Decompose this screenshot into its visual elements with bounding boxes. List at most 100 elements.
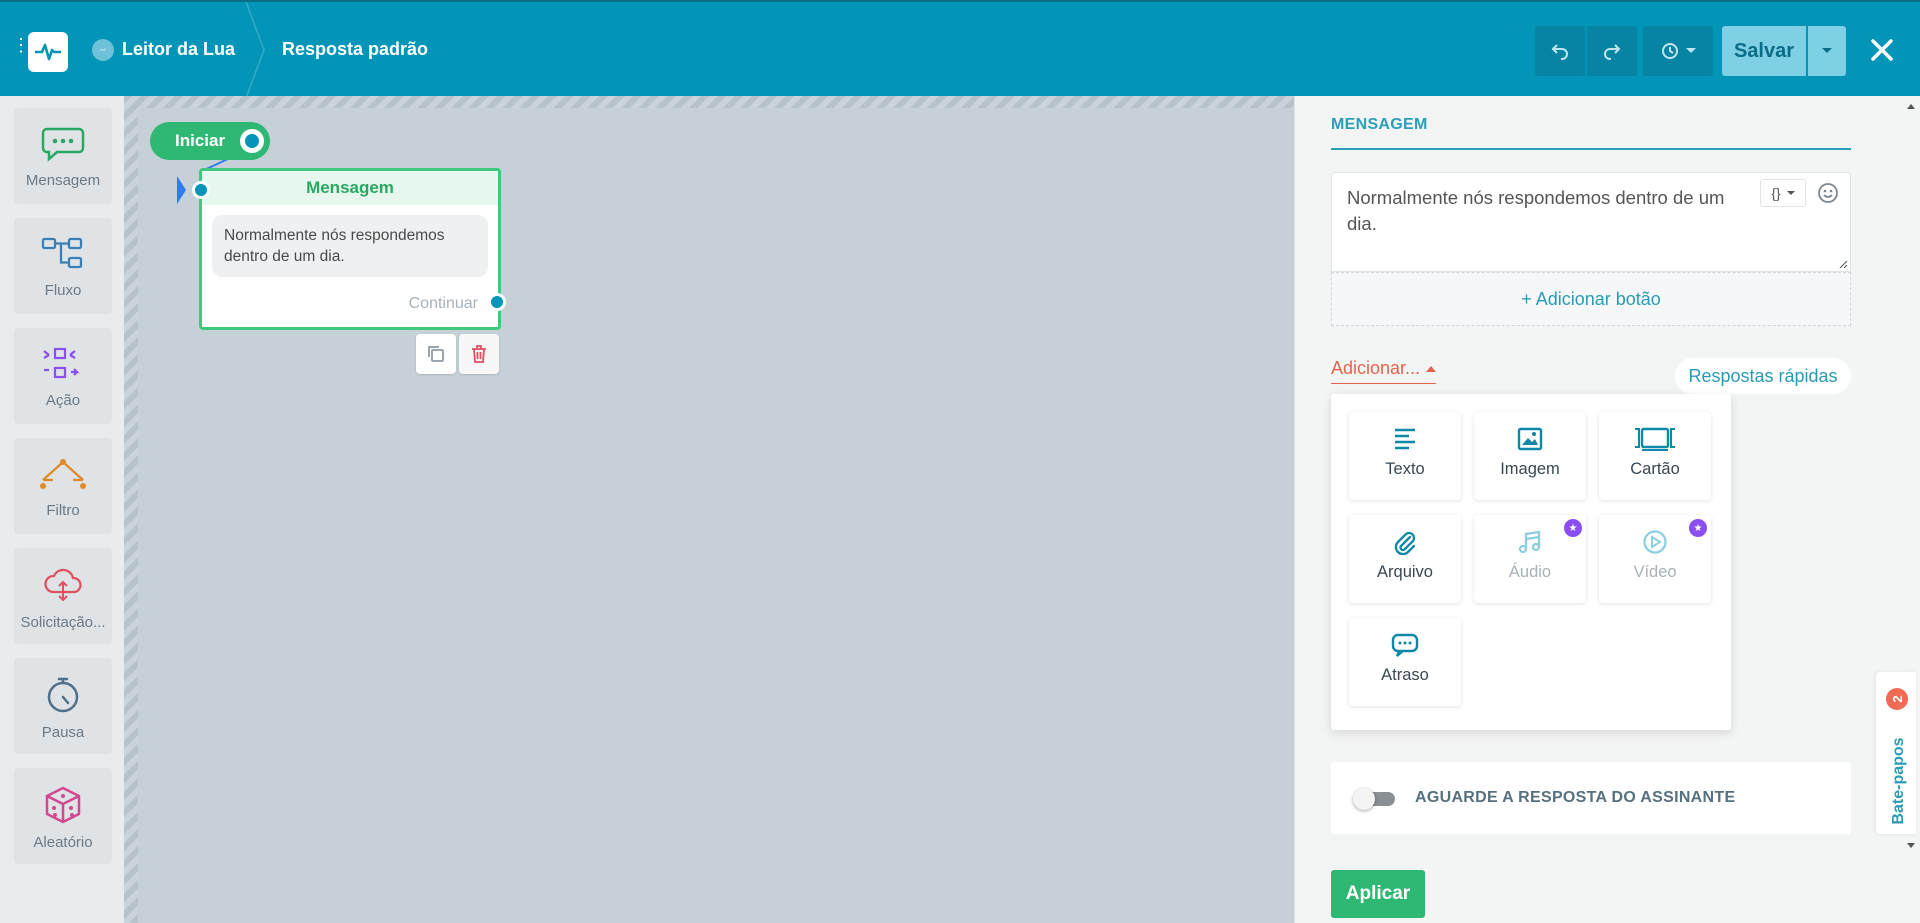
node-output-connector[interactable] [488, 293, 506, 311]
undo-icon [1551, 44, 1568, 60]
messenger-icon [92, 39, 114, 61]
pro-star-icon: ★ [1689, 519, 1707, 537]
palette-item-action[interactable]: Ação [14, 328, 112, 424]
wait-reply-setting: AGUARDE A RESPOSTA DO ASSINANTE [1331, 762, 1851, 834]
emoji-icon[interactable] [1816, 181, 1840, 205]
palette-item-message[interactable]: Mensagem [14, 108, 112, 204]
palette-item-flow[interactable]: Fluxo [14, 218, 112, 314]
add-card-option[interactable]: Cartão [1599, 412, 1711, 500]
palette-label: Solicitação... [20, 614, 106, 631]
message-node-text: Normalmente nós respondemos dentro de um… [212, 215, 488, 277]
add-audio-option[interactable]: Áudio ★ [1474, 515, 1586, 603]
dice-icon [45, 786, 81, 824]
add-video-option[interactable]: Vídeo ★ [1599, 515, 1711, 603]
palette-item-filter[interactable]: Filtro [14, 438, 112, 534]
paperclip-icon [1394, 531, 1416, 555]
stopwatch-icon [47, 677, 79, 713]
trash-icon [472, 345, 486, 363]
canvas-edge [124, 96, 1294, 108]
palette-item-random[interactable]: Aleatório [14, 768, 112, 864]
palette-label: Filtro [46, 502, 80, 519]
canvas-edge [124, 96, 138, 923]
history-icon [1662, 43, 1678, 59]
redo-button[interactable] [1587, 26, 1637, 76]
cloud-request-icon [44, 568, 82, 602]
wait-reply-toggle[interactable] [1353, 788, 1395, 810]
message-node[interactable]: Mensagem Normalmente nós respondemos den… [199, 168, 501, 330]
option-label: Vídeo [1633, 563, 1677, 581]
panel-title: MENSAGEM [1331, 116, 1851, 150]
action-icon [43, 347, 80, 379]
chat-bubble-icon [41, 127, 85, 162]
palette-label: Fluxo [44, 282, 82, 299]
flow-icon [41, 237, 83, 269]
chevron-down-icon [1686, 48, 1696, 53]
add-content-menu: Texto Imagem Cartão Arquivo Áudio ★ Víde… [1331, 394, 1731, 730]
history-button[interactable] [1643, 26, 1713, 76]
close-button[interactable] [1862, 30, 1902, 70]
add-delay-option[interactable]: Atraso [1349, 618, 1461, 706]
save-button[interactable]: Salvar [1722, 26, 1806, 76]
message-node-continue: Continuar [408, 295, 478, 312]
palette-item-request[interactable]: Solicitação... [14, 548, 112, 644]
message-textarea[interactable]: Normalmente nós respondemos dentro de um… [1331, 172, 1851, 272]
add-text-option[interactable]: Texto [1349, 412, 1461, 500]
resize-handle-icon[interactable] [1838, 259, 1848, 269]
start-label: Iniciar [175, 131, 226, 150]
app-logo[interactable] [28, 32, 68, 72]
option-label: Cartão [1630, 460, 1680, 478]
toggle-knob [1353, 788, 1375, 810]
filter-icon [40, 459, 86, 489]
top-bar: ⋮ Leitor da Lua Resposta padrão Salvar [0, 0, 1920, 98]
insert-variable-button[interactable]: {} [1760, 179, 1806, 207]
chats-label: Bate-papos [1890, 737, 1907, 825]
breadcrumb-separator [245, 2, 265, 98]
delete-node-button[interactable] [459, 334, 499, 374]
close-icon [1871, 39, 1893, 61]
apply-button[interactable]: Aplicar [1331, 870, 1425, 918]
chats-badge: 2 [1886, 688, 1908, 710]
bot-name[interactable]: Leitor da Lua [122, 39, 235, 60]
add-image-option[interactable]: Imagem [1474, 412, 1586, 500]
option-label: Arquivo [1377, 563, 1433, 581]
start-connector[interactable] [240, 129, 264, 153]
start-node[interactable]: Iniciar [150, 122, 270, 160]
duplicate-node-button[interactable] [416, 334, 456, 374]
braces-icon: {} [1771, 185, 1781, 201]
palette-item-pause[interactable]: Pausa [14, 658, 112, 754]
caret-up-icon [1426, 365, 1437, 372]
card-carousel-icon [1635, 427, 1675, 451]
palette-label: Pausa [41, 724, 85, 741]
option-label: Texto [1385, 460, 1425, 478]
redo-icon [1604, 44, 1621, 60]
play-circle-icon [1643, 530, 1667, 554]
add-button-button[interactable]: + Adicionar botão [1331, 272, 1851, 326]
pro-star-icon: ★ [1564, 519, 1582, 537]
add-content-dropdown[interactable]: Adicionar... [1331, 358, 1437, 384]
text-lines-icon [1395, 428, 1415, 450]
chevron-down-icon [1786, 190, 1795, 195]
block-palette: Mensagem Fluxo Ação Filtro Solicitação..… [0, 96, 124, 923]
typing-bubble-icon [1391, 633, 1419, 657]
save-options-button[interactable] [1808, 26, 1846, 76]
menu-dots-icon[interactable]: ⋮ [12, 36, 30, 62]
chevron-down-icon [1822, 48, 1832, 53]
copy-icon [428, 346, 444, 362]
flow-name[interactable]: Resposta padrão [282, 39, 428, 60]
music-note-icon [1518, 530, 1541, 554]
pulse-logo-icon [35, 43, 61, 61]
palette-label: Mensagem [25, 172, 101, 189]
undo-button[interactable] [1535, 26, 1585, 76]
add-content-label: Adicionar... [1331, 358, 1421, 378]
properties-panel: MENSAGEM Normalmente nós respondemos den… [1294, 96, 1920, 923]
message-text[interactable]: Normalmente nós respondemos dentro de um… [1347, 185, 1757, 237]
add-file-option[interactable]: Arquivo [1349, 515, 1461, 603]
option-label: Áudio [1508, 563, 1552, 581]
quick-replies-button[interactable]: Respostas rápidas [1675, 358, 1851, 394]
node-input-connector[interactable] [192, 181, 210, 199]
wait-reply-label: AGUARDE A RESPOSTA DO ASSINANTE [1415, 789, 1736, 806]
image-icon [1517, 427, 1543, 451]
option-label: Atraso [1381, 666, 1429, 684]
palette-label: Aleatório [33, 834, 93, 851]
chats-tab[interactable]: 2 Bate-papos [1876, 672, 1916, 834]
